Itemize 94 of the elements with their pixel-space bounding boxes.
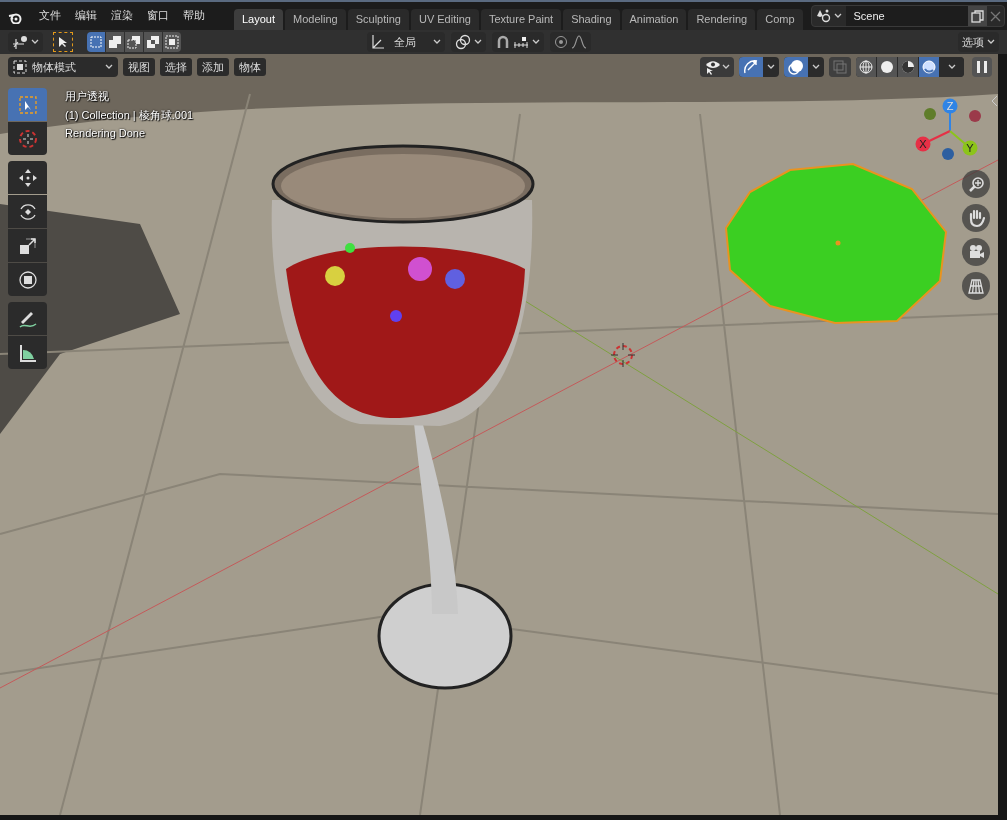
transform-tool-icon bbox=[12, 35, 28, 49]
shading-mode-button[interactable] bbox=[856, 57, 876, 77]
caret-icon bbox=[948, 64, 956, 70]
select-icon bbox=[16, 93, 39, 116]
cursor-tool-button[interactable] bbox=[8, 122, 47, 155]
proportional-edit-button[interactable] bbox=[550, 32, 592, 52]
viewport-menu[interactable]: 物体 bbox=[234, 58, 266, 76]
menu-item[interactable]: 窗口 bbox=[140, 8, 176, 23]
workspace-tab[interactable]: Texture Paint bbox=[480, 9, 562, 30]
shading-mode-button[interactable] bbox=[877, 57, 897, 77]
link-rings-icon bbox=[455, 34, 472, 50]
caret-icon bbox=[433, 39, 442, 45]
workspace-tab[interactable]: Modeling bbox=[285, 9, 346, 30]
viewport-menu[interactable]: 添加 bbox=[197, 58, 229, 76]
selection-mode-button[interactable] bbox=[125, 32, 143, 52]
xray-toggle[interactable] bbox=[829, 57, 851, 77]
measure-tool-button[interactable] bbox=[8, 336, 47, 369]
viewport-menu[interactable]: 选择 bbox=[160, 58, 192, 76]
workspace-tab[interactable]: Sculpting bbox=[347, 9, 409, 30]
viewport-menu[interactable]: 视图 bbox=[123, 58, 155, 76]
caret-icon bbox=[31, 39, 39, 45]
snap-increment-icon bbox=[513, 36, 530, 48]
blender-logo-icon[interactable] bbox=[8, 11, 22, 24]
workspace-tab[interactable]: Rendering bbox=[688, 9, 756, 30]
selection-mode-icon bbox=[165, 35, 179, 49]
viewport-info-text: Rendering Done bbox=[65, 127, 147, 139]
axis-handle[interactable]: Y bbox=[949, 130, 978, 156]
transform-icon bbox=[16, 268, 39, 291]
orientation-label: 全局 bbox=[394, 34, 418, 50]
caret-icon bbox=[474, 39, 483, 45]
visibility-button[interactable] bbox=[700, 57, 734, 77]
3d-cursor-icon bbox=[610, 342, 636, 368]
orientation-dropdown[interactable]: 全局 bbox=[367, 32, 446, 52]
pause-icon bbox=[976, 60, 988, 74]
shading-mode-button[interactable] bbox=[898, 57, 918, 77]
selection-mode-icon bbox=[89, 35, 103, 49]
menu-item[interactable]: 渲染 bbox=[104, 8, 140, 23]
workspace-tab[interactable]: Comp bbox=[757, 9, 803, 30]
workspace-tab[interactable]: UV Editing bbox=[410, 9, 479, 30]
selection-mode-icon bbox=[127, 35, 141, 49]
axis-handle[interactable]: X bbox=[915, 130, 951, 152]
overlays-toggle[interactable] bbox=[784, 57, 808, 77]
selection-mode-icon bbox=[146, 35, 160, 49]
orientation-icon bbox=[371, 34, 386, 50]
shading-sphere-icon bbox=[859, 60, 873, 74]
caret-icon bbox=[812, 64, 820, 70]
axis-dot[interactable] bbox=[924, 108, 936, 120]
scale-tool-button[interactable] bbox=[8, 229, 47, 262]
workspace-tab[interactable]: Animation bbox=[621, 9, 687, 30]
snap-button[interactable] bbox=[492, 32, 545, 52]
proportional-edit-icon bbox=[554, 35, 569, 49]
object-mode-icon bbox=[13, 60, 27, 74]
selection-mode-icon bbox=[108, 35, 122, 49]
caret-icon bbox=[722, 64, 730, 70]
xray-icon bbox=[833, 60, 847, 74]
viewport-info-text: (1) Collection | 棱角球.001 bbox=[65, 108, 194, 123]
caret-icon bbox=[987, 39, 995, 45]
workspace-tab[interactable]: Layout bbox=[234, 9, 284, 30]
caret-icon bbox=[532, 39, 541, 45]
menu-item[interactable]: 文件 bbox=[32, 8, 68, 23]
tool-settings-button[interactable] bbox=[8, 32, 43, 52]
selection-mode-button[interactable] bbox=[144, 32, 162, 52]
caret-icon bbox=[767, 64, 775, 70]
rotate-tool-button[interactable] bbox=[8, 195, 47, 228]
move-tool-button[interactable] bbox=[8, 161, 47, 194]
gizmo-toggle[interactable] bbox=[739, 57, 763, 77]
cursor-icon bbox=[16, 127, 39, 150]
transform-tool-button[interactable] bbox=[8, 263, 47, 296]
ortho-icon bbox=[966, 276, 986, 296]
mode-dropdown[interactable]: 物体模式 bbox=[8, 57, 118, 77]
gizmo-icon bbox=[743, 59, 759, 75]
options-dropdown[interactable]: 选项 bbox=[958, 32, 999, 52]
cursor-arrow-icon bbox=[58, 36, 68, 48]
menu-item[interactable]: 帮助 bbox=[176, 8, 212, 23]
shading-sphere-icon bbox=[922, 60, 936, 74]
active-tool-button[interactable] bbox=[53, 32, 73, 52]
overlays-icon bbox=[788, 59, 804, 75]
selection-mode-button[interactable] bbox=[87, 32, 105, 52]
shading-sphere-icon bbox=[880, 60, 894, 74]
eye-icon bbox=[704, 59, 722, 75]
pivot-point-button[interactable] bbox=[451, 32, 487, 52]
selection-mode-button[interactable] bbox=[106, 32, 124, 52]
shading-sphere-icon bbox=[901, 60, 915, 74]
magnet-icon bbox=[496, 35, 511, 49]
caret-icon bbox=[105, 64, 113, 70]
selection-mode-button[interactable] bbox=[163, 32, 181, 52]
axis-dot[interactable] bbox=[942, 148, 954, 160]
axis-dot[interactable] bbox=[969, 110, 981, 122]
workspace-tab[interactable]: Shading bbox=[563, 9, 620, 30]
viewport-info-text: 用户透视 bbox=[65, 89, 110, 104]
menu-item[interactable]: 编辑 bbox=[68, 8, 104, 23]
annotate-tool-button[interactable] bbox=[8, 302, 47, 335]
sidebar-toggle-icon[interactable] bbox=[991, 95, 998, 107]
falloff-curve-icon bbox=[571, 35, 588, 49]
